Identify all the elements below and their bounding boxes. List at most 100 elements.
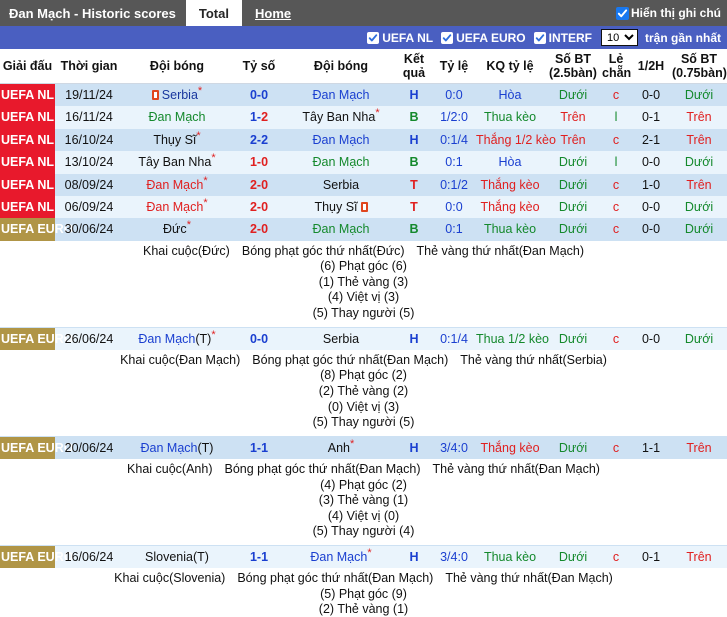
checkbox-checked-icon[interactable]	[367, 31, 380, 44]
col-score[interactable]: Tỷ số	[231, 49, 287, 84]
cell-home-team[interactable]: Serbia*	[123, 83, 231, 107]
col-odds[interactable]: Tỷ lệ	[433, 49, 475, 84]
col-result[interactable]: Kết quả	[395, 49, 433, 84]
cell-half-time: 1-1	[631, 436, 671, 460]
note-headline-item: Khai cuộc(Slovenia)	[114, 571, 226, 586]
star-marker: *	[197, 84, 203, 97]
cell-ou-25: Trên	[545, 106, 601, 129]
table-row[interactable]: UEFA NL 19/11/24 Serbia* 0-0 Đan Mạch H 0:0 Hòa…	[0, 83, 727, 107]
filter-interf[interactable]: INTERF	[533, 31, 592, 45]
table-row[interactable]: UEFA EURO 26/06/24 Đan Mạch(T)* 0-0 Serbia H 0…	[0, 327, 727, 350]
cell-date: 26/06/24	[55, 327, 123, 350]
checkbox-checked-icon[interactable]	[441, 31, 454, 44]
cell-league: UEFA NL	[0, 151, 55, 174]
cell-ou-075: Dưới	[671, 195, 727, 219]
match-note-row: Khai cuộc(Đan Mạch) Bóng phạt góc thứ nhấ…	[0, 349, 727, 437]
col-league[interactable]: Giải đấu	[0, 49, 55, 84]
cell-date: 08/09/24	[55, 173, 123, 196]
cell-away-team[interactable]: Đan Mạch	[287, 151, 395, 174]
note-headline-item: Khai cuộc(Đan Mạch)	[120, 352, 241, 367]
cell-odds-result: Thắng kèo	[475, 436, 545, 460]
checkbox-checked-icon[interactable]	[616, 6, 629, 20]
col-odds-result[interactable]: KQ tỷ lệ	[475, 49, 545, 84]
cell-ou-25: Dưới	[545, 173, 601, 196]
match-count-select[interactable]: 10203050	[600, 29, 638, 46]
cell-away-team[interactable]: Đan Mạch	[287, 83, 395, 107]
historic-scores-page: Đan Mạch - Historic scores Total Home Hi…	[0, 0, 727, 617]
note-stat-line: (5) Thay người (4)	[312, 524, 415, 539]
cell-league: UEFA EURO	[0, 436, 73, 460]
cell-home-team[interactable]: Thụy Sĩ*	[123, 128, 231, 152]
col-time[interactable]: Thời gian	[55, 49, 123, 84]
cell-score: 1-2	[231, 106, 287, 129]
table-row[interactable]: UEFA NL 16/10/24 Thụy Sĩ* 2-2 Đan Mạch H 0:1/4…	[0, 128, 727, 152]
historic-scores-table: Giải đấu Thời gian Đội bóng Tỷ số Đội bó…	[0, 49, 727, 617]
table-row[interactable]: UEFA EURO 16/06/24 Slovenia(T) 1-1 Đan Mạch*…	[0, 545, 727, 569]
col-half-time[interactable]: 1/2H	[631, 49, 671, 84]
cell-away-team[interactable]: Đan Mạch	[287, 218, 395, 241]
cell-home-team[interactable]: Đan Mạch(T)	[123, 436, 231, 460]
note-headline-item: Bóng phạt góc thứ nhất(Đan Mạch)	[224, 462, 421, 477]
cell-ou-075: Trên	[671, 545, 727, 569]
cell-away-team[interactable]: Đan Mạch*	[287, 545, 395, 569]
table-row[interactable]: UEFA NL 13/10/24 Tây Ban Nha* 1-0 Đan Mạch B 0…	[0, 151, 727, 174]
cell-league: UEFA NL	[0, 195, 55, 219]
cell-away-team[interactable]: Đan Mạch	[287, 128, 395, 152]
cell-ou-25: Dưới	[545, 545, 601, 569]
table-row[interactable]: UEFA NL 08/09/24 Đan Mạch* 2-0 Serbia T 0:1/2 T…	[0, 173, 727, 196]
cell-away-team[interactable]: Thụy Sĩ	[287, 195, 395, 219]
filter-uefa-euro[interactable]: UEFA EURO	[441, 31, 526, 45]
cell-home-team[interactable]: Đan Mạch*	[123, 195, 231, 219]
col-away-team[interactable]: Đội bóng	[287, 49, 395, 84]
cell-odds-result: Thắng kèo	[475, 195, 545, 219]
cell-home-team[interactable]: Tây Ban Nha*	[123, 151, 231, 174]
filter-uefa-euro-label: UEFA EURO	[456, 30, 526, 45]
tab-home-label: Home	[254, 5, 292, 21]
cell-half-time: 1-0	[631, 173, 671, 196]
cell-score: 2-0	[231, 195, 287, 219]
note-headline: Khai cuộc(Đức) Bóng phạt góc thứ nhất(Đức…	[0, 244, 727, 259]
cell-ou-075: Dưới	[671, 83, 727, 107]
star-marker: *	[349, 437, 355, 450]
cell-home-team[interactable]: Đan Mạch*	[123, 173, 231, 196]
cell-home-team[interactable]: Đức*	[123, 218, 231, 241]
cell-away-team[interactable]: Anh*	[287, 436, 395, 460]
cell-date: 16/06/24	[55, 545, 123, 569]
cell-home-team[interactable]: Đan Mạch	[123, 106, 231, 129]
cell-date: 13/10/24	[55, 151, 123, 174]
col-home-team[interactable]: Đội bóng	[123, 49, 231, 84]
col-ou-25[interactable]: Số BT (2.5bàn)	[545, 49, 601, 84]
cell-odds: 0:0	[433, 83, 475, 107]
red-card-icon	[151, 90, 159, 100]
cell-odds: 0:1/2	[433, 173, 475, 196]
note-stat-line: (4) Việt vị (0)	[327, 508, 400, 523]
cell-home-team[interactable]: Đan Mạch(T)*	[123, 327, 231, 350]
table-row[interactable]: UEFA NL 06/09/24 Đan Mạch* 2-0 Thụy Sĩ T 0:0 Th…	[0, 195, 727, 219]
cell-date: 20/06/24	[55, 436, 123, 460]
cell-half-time: 0-0	[631, 195, 671, 219]
tab-total[interactable]: Total	[185, 0, 242, 26]
table-row[interactable]: UEFA EURO 30/06/24 Đức* 2-0 Đan Mạch B 0:1 Thua…	[0, 218, 727, 241]
cell-score: 0-0	[231, 83, 287, 107]
cell-home-team[interactable]: Slovenia(T)	[123, 545, 231, 569]
cell-away-team[interactable]: Serbia	[287, 327, 395, 350]
show-notes-toggle[interactable]: Hiển thị ghi chú	[616, 0, 727, 26]
cell-score: 2-2	[231, 128, 287, 152]
checkbox-checked-icon[interactable]	[533, 31, 546, 44]
cell-odds: 0:1/4	[433, 128, 475, 152]
col-ou-075[interactable]: Số BT (0.75bàn)	[671, 49, 727, 84]
note-stat-line: (2) Thẻ vàng (2)	[318, 383, 409, 398]
table-row[interactable]: UEFA NL 16/11/24 Đan Mạch 1-2 Tây Ban Nha* B 1…	[0, 106, 727, 129]
cell-away-team[interactable]: Serbia	[287, 173, 395, 196]
tab-home[interactable]: Home	[242, 0, 304, 26]
tab-total-label: Total	[198, 5, 229, 21]
cell-away-team[interactable]: Tây Ban Nha*	[287, 106, 395, 129]
table-row[interactable]: UEFA EURO 20/06/24 Đan Mạch(T) 1-1 Anh* H 3/4:…	[0, 436, 727, 460]
cell-date: 06/09/24	[55, 195, 123, 219]
filter-uefa-nl[interactable]: UEFA NL	[367, 31, 433, 45]
cell-odd-even: c	[601, 83, 631, 107]
col-odd-even[interactable]: Lẻ chẵn	[601, 49, 631, 84]
filter-bar: UEFA NL UEFA EURO INTERF 10203050 trận g…	[0, 26, 727, 49]
cell-half-time: 0-0	[631, 327, 671, 350]
star-marker: *	[203, 174, 208, 187]
